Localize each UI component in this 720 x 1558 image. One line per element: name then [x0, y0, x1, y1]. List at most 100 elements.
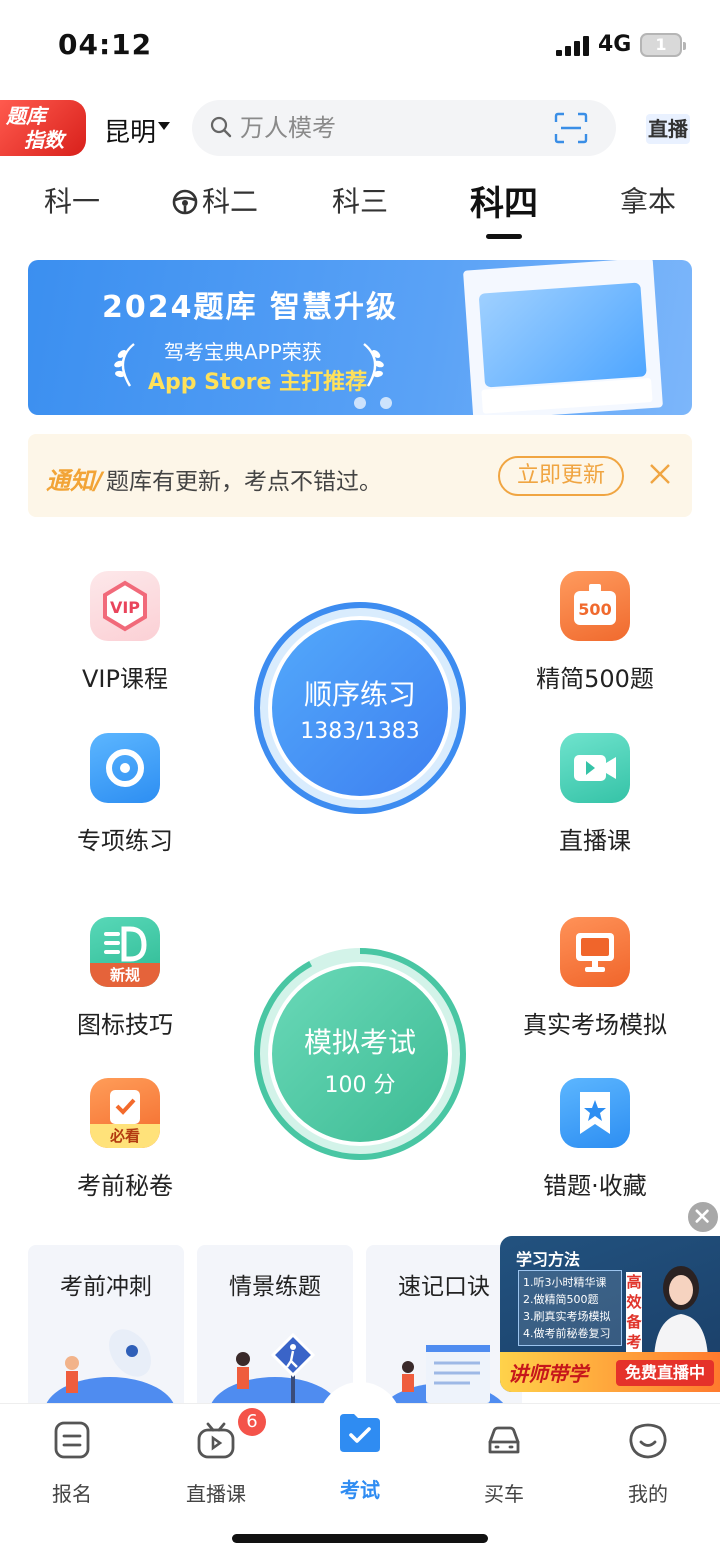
rocket-illustration-icon [45, 1329, 175, 1405]
status-bar: 04:12 4G 1 [0, 0, 720, 90]
update-now-button[interactable]: 立即更新 [498, 456, 624, 496]
mock-exam-title: 模拟考试 [303, 1026, 416, 1059]
tab-subject-1[interactable]: 科一 [44, 180, 100, 220]
vip-icon-text: VIP [110, 598, 140, 617]
ad-free-live-label: 免费直播中 [616, 1360, 714, 1386]
exam-folder-icon [340, 1414, 380, 1452]
sign-tips-entry[interactable]: 新规 图标技巧 [40, 917, 210, 1040]
tab-subject-2-label: 科二 [202, 185, 259, 218]
target-icon [90, 733, 160, 803]
mock-exam-score: 100 分 [324, 1073, 396, 1098]
banner-subtitle: 驾考宝典APP荣获 [164, 340, 322, 364]
real-exam-sim-label: 真实考场模拟 [523, 1011, 667, 1039]
battery-icon: 1 [640, 33, 686, 57]
ad-step: 2.做精简500题 [523, 1293, 599, 1306]
sprint-card[interactable]: 考前冲刺 [28, 1245, 184, 1405]
special-practice-label: 专项练习 [77, 827, 173, 855]
steering-wheel-icon [172, 189, 198, 215]
vip-course-label: VIP课程 [82, 665, 168, 693]
tv-icon [197, 1422, 235, 1459]
mock-exam-button[interactable]: 模拟考试 100 分 [249, 943, 471, 1165]
ad-close-icon[interactable] [686, 1200, 720, 1234]
vip-course-entry[interactable]: VIP VIP课程 [40, 571, 210, 694]
ad-step: 1.听3小时精华课 [523, 1276, 607, 1289]
special-practice-entry[interactable]: 专项练习 [40, 733, 210, 856]
banner-app-card-image [462, 260, 664, 415]
active-tab-indicator [486, 234, 522, 239]
ad-steps-list: 1.听3小时精华课 2.做精简500题 3.刷真实考场模拟 4.做考前秘卷复习 [518, 1270, 622, 1346]
must-see-badge: 必看 [109, 1127, 140, 1145]
live-button[interactable]: 直播 [646, 114, 690, 144]
practice-progress: 1383/1383 [300, 719, 420, 744]
sequential-practice-button[interactable]: 顺序练习 1383/1383 [249, 597, 471, 819]
status-time: 04:12 [58, 28, 153, 61]
bookmark-star-icon [560, 1078, 630, 1148]
signup-icon [54, 1421, 90, 1459]
search-input[interactable] [240, 112, 530, 144]
mnemonic-card[interactable]: 速记口诀 [366, 1245, 522, 1405]
secret-paper-entry[interactable]: 必看 考前秘卷 [40, 1078, 210, 1201]
concise-500-label: 精简500题 [536, 665, 654, 693]
concise-500-entry[interactable]: 500 精简500题 [510, 571, 680, 694]
close-icon[interactable] [648, 462, 672, 486]
practice-title: 顺序练习 [303, 678, 416, 711]
ad-bottom-bar: 讲师带学 免费直播中 [500, 1352, 720, 1392]
scenario-card-title: 情景练题 [229, 1274, 321, 1300]
secret-paper-label: 考前秘卷 [77, 1172, 173, 1200]
nav-mine-label: 我的 [628, 1482, 668, 1506]
live-course-entry[interactable]: 直播课 [510, 733, 680, 856]
tab-get-license[interactable]: 拿本 [620, 180, 676, 220]
vip-icon: VIP [90, 571, 160, 641]
ad-head: 学习方法 [516, 1250, 581, 1269]
concise-500-icon: 500 [560, 571, 630, 641]
concise-500-icon-text: 500 [578, 600, 611, 619]
real-exam-sim-entry[interactable]: 真实考场模拟 [510, 917, 680, 1040]
sign-tips-label: 图标技巧 [77, 1011, 173, 1039]
promo-banner[interactable]: 2024题库 智慧升级 驾考宝典APP荣获 App Store 主打推荐 [28, 260, 692, 415]
nav-buy-car[interactable]: 买车 [444, 1420, 564, 1507]
ad-vertical-text: 高效备考 [626, 1272, 642, 1352]
tab-subject-3[interactable]: 科三 [332, 180, 388, 220]
document-illustration-icon [383, 1345, 505, 1405]
nav-mine[interactable]: 我的 [588, 1420, 708, 1507]
banner-title: 2024题库 智慧升级 [102, 290, 398, 325]
live-course-label: 直播课 [559, 827, 631, 855]
secret-paper-icon: 必看 [90, 1078, 160, 1148]
smile-icon [629, 1423, 667, 1459]
nav-signup[interactable]: 报名 [12, 1420, 132, 1507]
network-label: 4G [598, 32, 632, 57]
banner-highlight: App Store 主打推荐 [148, 370, 368, 395]
tab-subject-4[interactable]: 科四 [470, 176, 538, 225]
city-selector[interactable]: 昆明 [104, 112, 156, 149]
floating-live-ad[interactable]: 学习方法 1.听3小时精华课 2.做精简500题 3.刷真实考场模拟 4.做考前… [500, 1236, 720, 1392]
notice-tag: 通知/ [46, 467, 103, 495]
wrong-favorites-entry[interactable]: 错题·收藏 [510, 1078, 680, 1201]
ad-step: 4.做考前秘卷复习 [523, 1327, 611, 1340]
mnemonic-card-title: 速记口诀 [398, 1274, 490, 1300]
caret-down-icon[interactable] [158, 122, 170, 130]
video-camera-icon [560, 733, 630, 803]
logo-line2: 指数 [24, 128, 64, 152]
logo-line1: 题库 [6, 104, 46, 128]
monitor-icon [560, 917, 630, 987]
sign-tips-icon: 新规 [90, 917, 160, 987]
ad-step: 3.刷真实考场模拟 [523, 1310, 611, 1323]
laurel-right-icon [363, 343, 384, 387]
nav-live-course-label: 直播课 [186, 1482, 246, 1506]
new-rule-badge: 新规 [109, 966, 140, 984]
question-bank-index-badge[interactable]: 题库 指数 [0, 100, 86, 156]
scenario-card[interactable]: 情景练题 [197, 1245, 353, 1405]
pedestrian-sign-illustration-icon [210, 1332, 340, 1405]
nav-exam-label: 考试 [340, 1478, 380, 1502]
search-icon [210, 116, 232, 138]
search-bar[interactable] [192, 100, 616, 156]
notice-text: 题库有更新，考点不错过。 [106, 469, 382, 495]
scan-icon[interactable] [554, 112, 588, 144]
tab-subject-2[interactable]: 科二 [172, 180, 258, 220]
bottom-nav: 报名 直播课 6 考试 买车 我的 [0, 1382, 720, 1558]
banner-pagination [354, 394, 406, 413]
instructor-avatar [654, 1266, 708, 1358]
sprint-card-title: 考前冲刺 [60, 1274, 152, 1300]
nav-exam[interactable]: 考试 [300, 1408, 420, 1503]
update-notice: 通知/ 题库有更新，考点不错过。 立即更新 [28, 434, 692, 517]
